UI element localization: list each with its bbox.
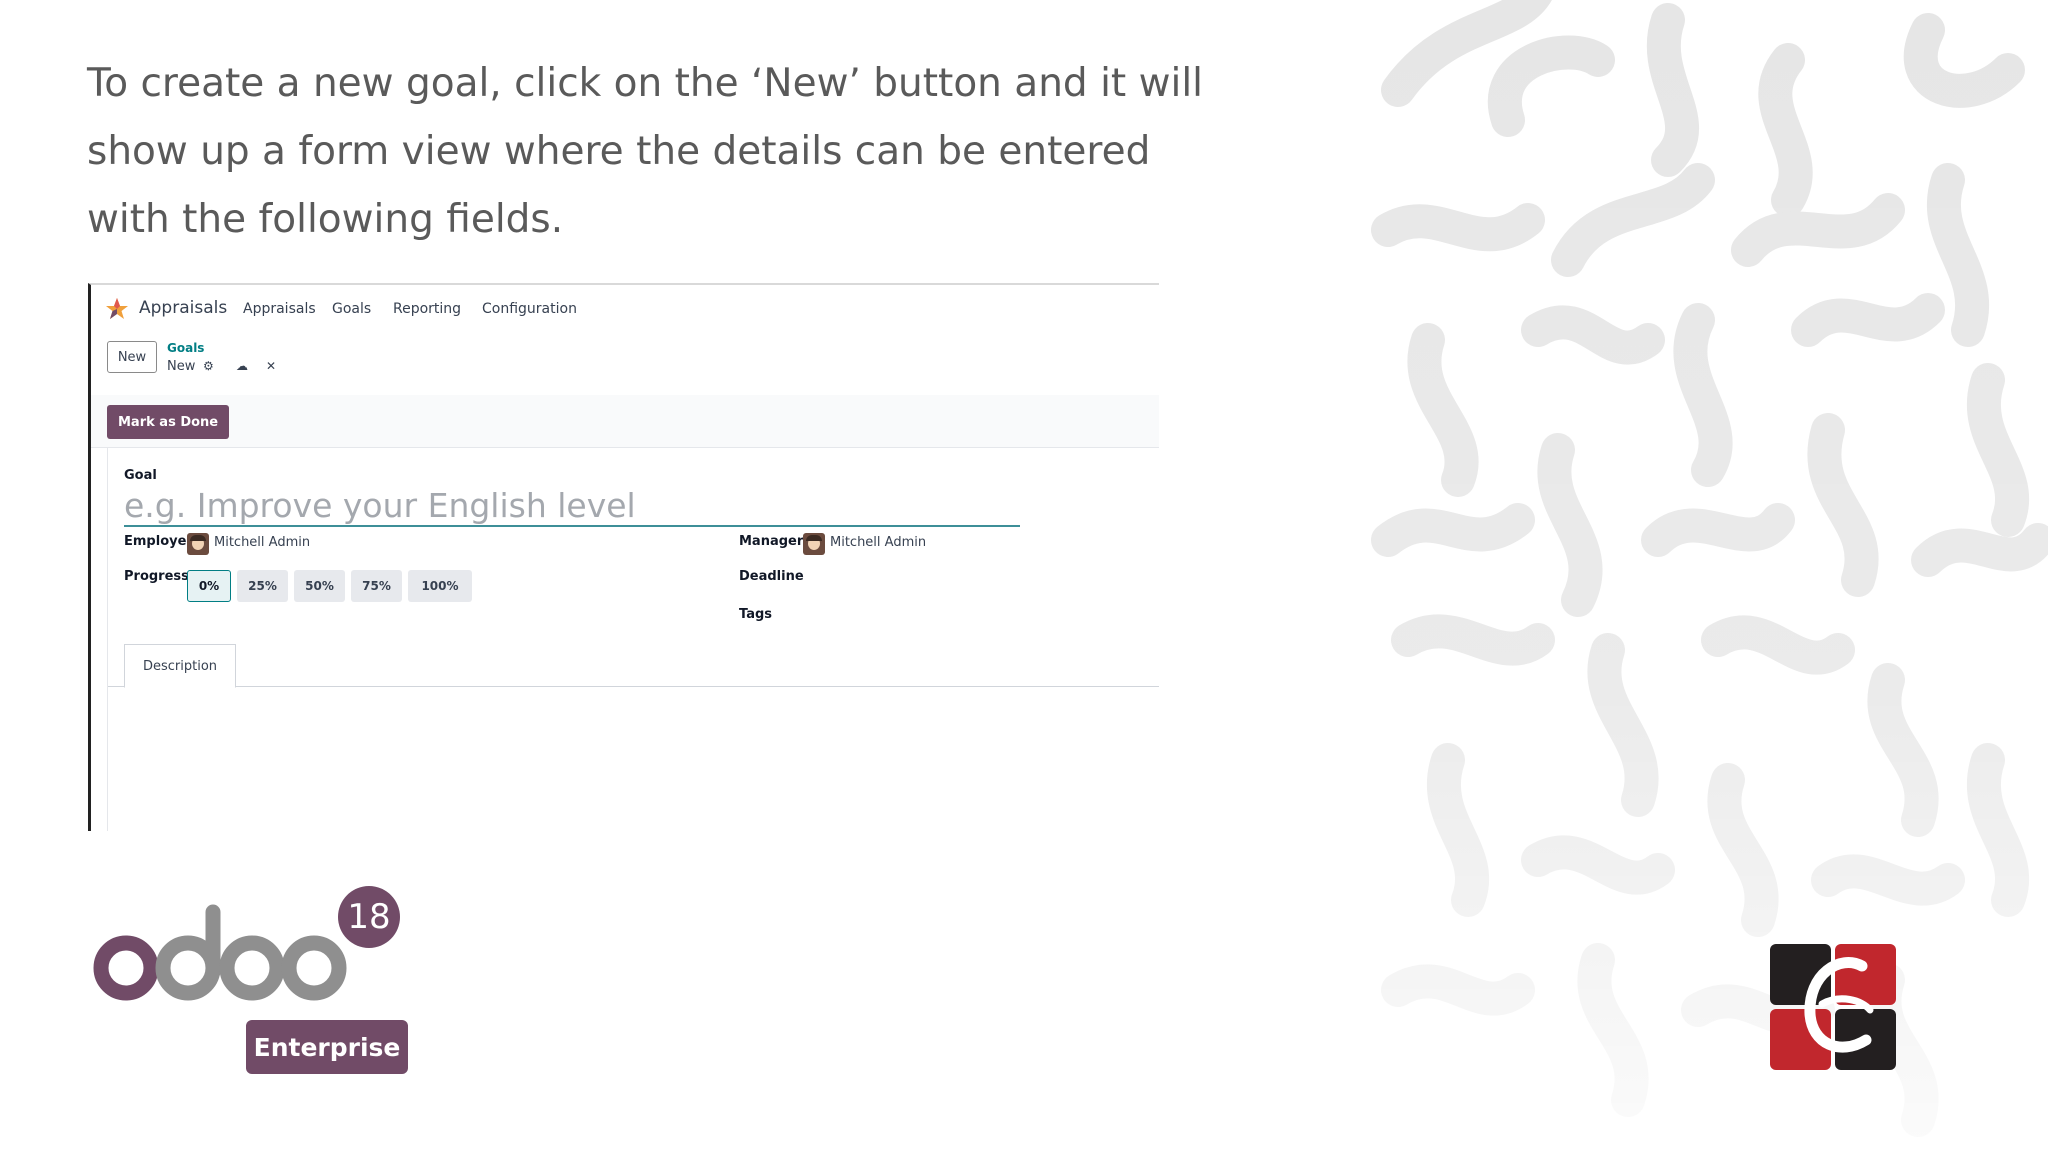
menu-configuration[interactable]: Configuration (482, 301, 577, 317)
form-sheet: Goal Employee Mitchell Admin Manager Mit… (107, 448, 1159, 831)
odoo-logo: 18 Enterprise (92, 882, 412, 1077)
employee-label: Employee (124, 534, 196, 549)
slide: To create a new goal, click on the ‘New’… (0, 0, 2048, 1152)
menu-reporting[interactable]: Reporting (393, 301, 461, 317)
employee-avatar (187, 533, 209, 555)
discard-close-icon[interactable]: ✕ (266, 359, 276, 373)
breadcrumb-current: New (167, 359, 196, 374)
manager-avatar (803, 533, 825, 555)
version-badge: 18 (338, 886, 400, 948)
mark-as-done-button[interactable]: Mark as Done (107, 405, 230, 439)
control-panel: New Goals New ⚙ ☁ ✕ (91, 333, 1159, 396)
progress-label: Progress (124, 569, 189, 584)
tags-label: Tags (739, 607, 773, 622)
manager-label: Manager (739, 534, 804, 549)
goal-input[interactable] (124, 485, 1020, 527)
app-name[interactable]: Appraisals (139, 298, 227, 318)
manager-field[interactable]: Mitchell Admin (830, 535, 926, 550)
top-navbar: Appraisals Appraisals Goals Reporting Co… (91, 285, 1159, 329)
menu-appraisals[interactable]: Appraisals (243, 301, 316, 317)
appraisals-app-icon[interactable] (105, 297, 129, 321)
notebook-tabs: Description (108, 644, 1159, 688)
tab-description[interactable]: Description (124, 644, 236, 688)
odoo-screenshot: Appraisals Appraisals Goals Reporting Co… (88, 283, 1159, 831)
progress-75-button[interactable]: 75% (351, 570, 402, 602)
decorative-pattern (1368, 0, 2048, 1152)
gear-icon[interactable]: ⚙ (203, 359, 214, 373)
new-button[interactable]: New (107, 341, 157, 373)
enterprise-badge: Enterprise (246, 1020, 408, 1074)
progress-25-button[interactable]: 25% (237, 570, 288, 602)
deadline-label: Deadline (739, 569, 804, 584)
goal-label: Goal (124, 468, 157, 483)
breadcrumb-goals-link[interactable]: Goals (167, 341, 204, 355)
progress-0-button[interactable]: 0% (187, 570, 231, 602)
employee-field[interactable]: Mitchell Admin (214, 535, 310, 550)
progress-100-button[interactable]: 100% (408, 570, 472, 602)
slide-caption: To create a new goal, click on the ‘New’… (87, 61, 1203, 242)
progress-50-button[interactable]: 50% (294, 570, 345, 602)
menu-goals[interactable]: Goals (332, 301, 371, 317)
status-bar: Mark as Done (91, 395, 1159, 448)
odoo-wordmark (93, 904, 347, 1001)
cloud-save-icon[interactable]: ☁ (236, 359, 248, 373)
company-logo (1770, 944, 1896, 1070)
